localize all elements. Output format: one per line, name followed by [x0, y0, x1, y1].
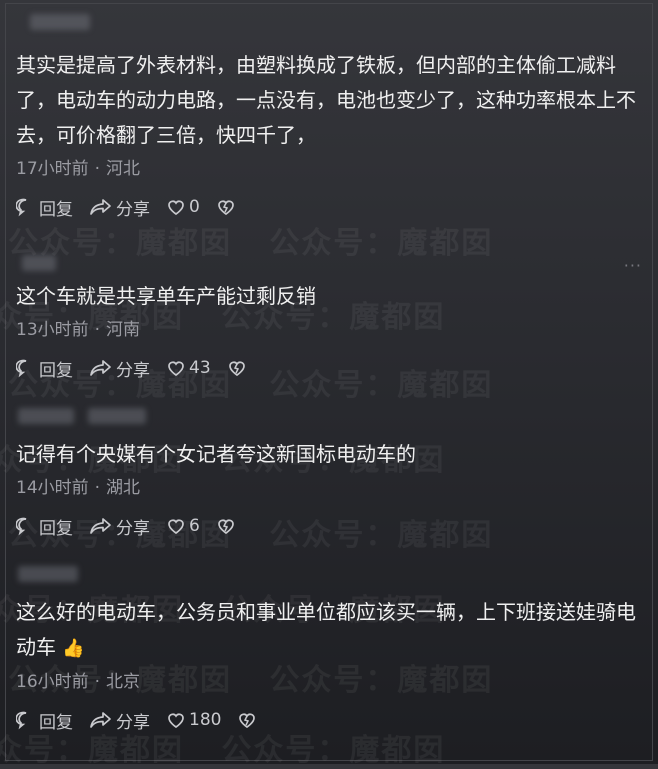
share-button[interactable]: 分享	[89, 514, 150, 539]
heart-icon	[168, 361, 184, 377]
comment-time: 14小时前	[16, 478, 89, 498]
comment-item: 记得有个央媒有个女记者夸这新国标电动车的 14小时前 · 湖北 回复 分享 6	[16, 437, 646, 539]
reply-icon	[16, 198, 27, 217]
comment-item: 这么好的电动车，公务员和事业单位都应该买一辆，上下班接送娃骑电动车 👍 16小时…	[16, 595, 646, 733]
share-label: 分享	[116, 199, 150, 220]
share-label: 分享	[116, 518, 150, 539]
comment-item: 其实是提高了外表材料，由塑料换成了铁板，但内部的主体偷工减料了，电动车的动力电路…	[16, 48, 646, 220]
share-icon	[90, 518, 111, 534]
reply-button[interactable]: 回复	[16, 708, 73, 733]
meta-separator: ·	[94, 320, 101, 340]
share-button[interactable]: 分享	[89, 195, 150, 220]
reply-label: 回复	[39, 518, 73, 539]
dislike-button[interactable]	[216, 516, 239, 536]
meta-separator: ·	[94, 159, 101, 179]
comment-location: 北京	[106, 672, 141, 692]
reply-button[interactable]: 回复	[16, 356, 73, 381]
like-count: 180	[189, 710, 222, 730]
blurred-username	[18, 566, 78, 582]
comment-time: 16小时前	[16, 672, 89, 692]
like-count: 43	[189, 358, 211, 378]
meta-separator: ·	[94, 478, 101, 498]
comment-actions: 回复 分享 6	[16, 514, 646, 539]
heart-icon	[168, 200, 184, 216]
comment-time: 17小时前	[16, 159, 89, 179]
blurred-username	[88, 408, 146, 424]
share-button[interactable]: 分享	[89, 708, 150, 733]
dislike-button[interactable]	[216, 197, 239, 217]
comment-text: 这么好的电动车，公务员和事业单位都应该买一辆，上下班接送娃骑电动车 👍	[16, 595, 646, 666]
like-button[interactable]: 6	[166, 516, 200, 536]
comment-time: 13小时前	[16, 320, 89, 340]
comment-meta: 16小时前 · 北京	[16, 670, 646, 694]
share-icon	[90, 199, 111, 215]
heart-icon	[168, 713, 184, 729]
broken-heart-icon	[217, 519, 234, 535]
comment-text-body: 这么好的电动车，公务员和事业单位都应该买一辆，上下班接送娃骑电动车	[16, 600, 636, 659]
reply-label: 回复	[39, 199, 73, 220]
reply-icon	[16, 711, 27, 730]
reply-button[interactable]: 回复	[16, 195, 73, 220]
comment-location: 湖北	[106, 478, 141, 498]
comment-meta: 14小时前 · 湖北	[16, 476, 646, 500]
more-options-icon[interactable]: ···	[624, 256, 642, 275]
reply-label: 回复	[39, 360, 73, 381]
share-icon	[90, 712, 111, 728]
comment-item: 这个车就是共享单车产能过剩反销 13小时前 · 河南 回复 分享 43	[16, 279, 646, 381]
like-count: 0	[189, 197, 200, 217]
comment-text: 记得有个央媒有个女记者夸这新国标电动车的	[16, 442, 416, 466]
share-icon	[90, 360, 111, 376]
comment-meta: 13小时前 · 河南	[16, 318, 646, 342]
comment-actions: 回复 分享 0	[16, 195, 646, 220]
reply-icon	[16, 517, 27, 536]
comment-location: 河南	[106, 320, 141, 340]
meta-separator: ·	[94, 672, 101, 692]
comment-meta: 17小时前 · 河北	[16, 157, 646, 181]
reply-button[interactable]: 回复	[16, 514, 73, 539]
blurred-username	[22, 255, 56, 271]
blurred-username	[18, 408, 74, 424]
broken-heart-icon	[217, 200, 234, 216]
comment-text: 这个车就是共享单车产能过剩反销	[16, 284, 316, 308]
comment-location: 河北	[106, 159, 141, 179]
like-button[interactable]: 180	[166, 710, 221, 730]
share-label: 分享	[116, 712, 150, 733]
comment-actions: 回复 分享 43	[16, 356, 646, 381]
reply-label: 回复	[39, 712, 73, 733]
share-label: 分享	[116, 360, 150, 381]
comment-text: 其实是提高了外表材料，由塑料换成了铁板，但内部的主体偷工减料了，电动车的动力电路…	[16, 53, 636, 147]
dislike-button[interactable]	[237, 710, 260, 730]
broken-heart-icon	[239, 713, 256, 729]
thumbs-up-icon: 👍	[62, 638, 85, 659]
dislike-button[interactable]	[227, 358, 250, 378]
broken-heart-icon	[228, 361, 245, 377]
like-button[interactable]: 43	[166, 358, 211, 378]
like-button[interactable]: 0	[166, 197, 200, 217]
comment-actions: 回复 分享 180	[16, 708, 646, 733]
share-button[interactable]: 分享	[89, 356, 150, 381]
like-count: 6	[189, 516, 200, 536]
heart-icon	[168, 519, 184, 535]
blurred-username	[30, 14, 90, 30]
reply-icon	[16, 359, 27, 378]
